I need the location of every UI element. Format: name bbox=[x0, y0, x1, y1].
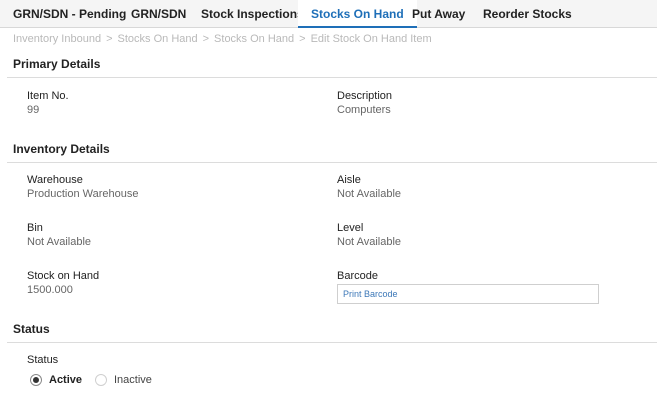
print-barcode-link[interactable]: Print Barcode bbox=[343, 289, 398, 299]
radio-label: Inactive bbox=[114, 374, 152, 386]
tab-stock-inspections[interactable]: Stock Inspections bbox=[201, 0, 304, 28]
field-label: Aisle bbox=[337, 174, 361, 186]
field-value: Not Available bbox=[337, 188, 402, 200]
field-stock-on-hand: Stock on Hand 1500.000 bbox=[27, 269, 99, 297]
field-barcode: Barcode bbox=[337, 269, 378, 283]
field-value: Production Warehouse bbox=[27, 188, 139, 200]
field-label: Bin bbox=[27, 222, 43, 234]
field-label: Level bbox=[337, 222, 364, 234]
breadcrumb-separator: > bbox=[106, 33, 113, 45]
tab-bar: GRN/SDN - Pending GRN/SDN Stock Inspecti… bbox=[0, 0, 657, 28]
breadcrumb-stocks-on-hand[interactable]: Stocks On Hand bbox=[118, 33, 198, 45]
section-divider bbox=[7, 162, 657, 163]
field-status: Status bbox=[27, 353, 58, 367]
field-bin: Bin Not Available bbox=[27, 221, 91, 249]
field-label: Warehouse bbox=[27, 174, 83, 186]
section-title-status: Status bbox=[13, 322, 50, 336]
breadcrumb-edit-stock-on-hand-item: Edit Stock On Hand Item bbox=[310, 33, 432, 45]
field-label: Barcode bbox=[337, 270, 378, 282]
radio-selected-icon bbox=[30, 374, 42, 386]
section-title-primary-details: Primary Details bbox=[13, 57, 101, 71]
field-value: 1500.000 bbox=[27, 284, 73, 296]
section-title-inventory-details: Inventory Details bbox=[13, 142, 110, 156]
breadcrumb-separator: > bbox=[299, 33, 306, 45]
section-divider bbox=[7, 342, 657, 343]
field-label: Status bbox=[27, 354, 59, 366]
tab-put-away[interactable]: Put Away bbox=[412, 0, 465, 28]
tab-stocks-on-hand[interactable]: Stocks On Hand bbox=[298, 0, 417, 28]
field-value: Not Available bbox=[27, 236, 92, 248]
field-label: Description bbox=[337, 90, 393, 102]
barcode-box: Print Barcode bbox=[337, 284, 599, 304]
tab-reorder-stocks[interactable]: Reorder Stocks bbox=[483, 0, 572, 28]
field-value: Not Available bbox=[337, 236, 402, 248]
field-description: Description Computers bbox=[337, 89, 392, 117]
breadcrumb-separator: > bbox=[202, 33, 210, 45]
radio-label: Active bbox=[49, 374, 83, 386]
radio-unselected-icon bbox=[95, 374, 107, 386]
breadcrumb-inventory-inbound[interactable]: Inventory Inbound bbox=[13, 33, 101, 45]
field-aisle: Aisle Not Available bbox=[337, 173, 401, 201]
breadcrumb: Inventory Inbound > Stocks On Hand > Stocks … bbox=[13, 33, 432, 45]
tab-grn-sdn[interactable]: GRN/SDN bbox=[131, 0, 186, 28]
field-warehouse: Warehouse Production Warehouse bbox=[27, 173, 139, 201]
field-value: Computers bbox=[337, 104, 391, 116]
tab-grn-sdn-pending[interactable]: GRN/SDN - Pending bbox=[13, 0, 126, 28]
field-value: 99 bbox=[27, 104, 40, 116]
section-divider bbox=[7, 77, 657, 78]
field-item-no: Item No. 99 bbox=[27, 89, 69, 117]
field-label: Stock on Hand bbox=[27, 270, 100, 282]
field-label: Item No. bbox=[27, 90, 69, 102]
breadcrumb-stocks-on-hand-2[interactable]: Stocks On Hand bbox=[214, 33, 294, 45]
field-level: Level Not Available bbox=[337, 221, 401, 249]
